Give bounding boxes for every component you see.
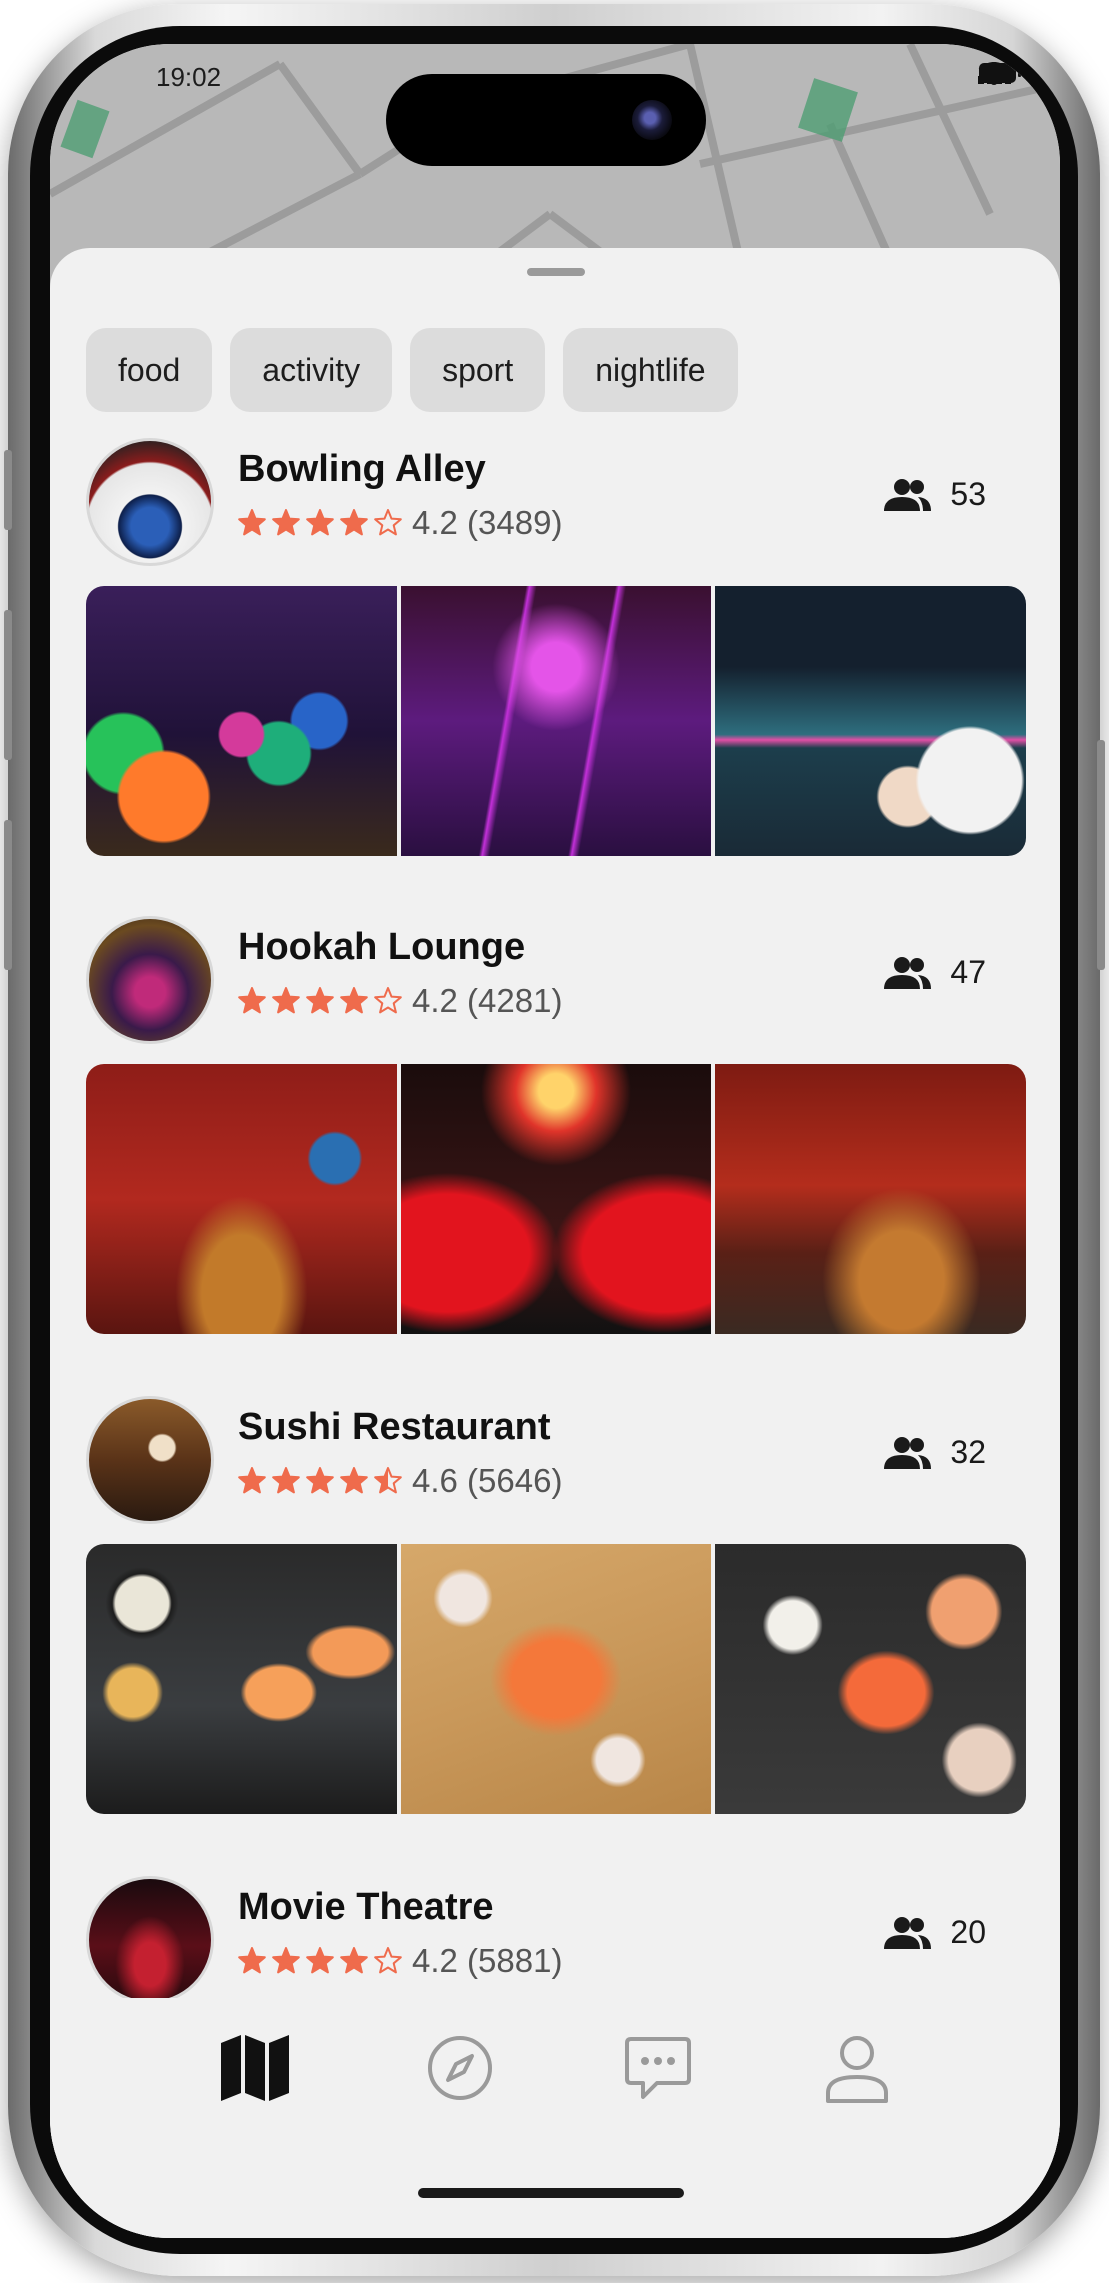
place-photo[interactable] bbox=[86, 1544, 397, 1814]
star-icon bbox=[272, 1947, 300, 1974]
people-count: 47 bbox=[882, 954, 986, 991]
camera-lens bbox=[632, 100, 672, 140]
place-photo[interactable] bbox=[715, 1544, 1026, 1814]
home-indicator[interactable] bbox=[418, 2188, 684, 2198]
star-icon bbox=[340, 1947, 368, 1974]
people-count: 20 bbox=[882, 1914, 986, 1951]
star-icon bbox=[340, 987, 368, 1014]
star-rating bbox=[238, 1467, 402, 1495]
star-rating bbox=[238, 987, 402, 1015]
volume-down-button bbox=[4, 820, 12, 970]
compass-icon bbox=[428, 2036, 492, 2100]
filter-chip-nightlife[interactable]: nightlife bbox=[563, 328, 738, 412]
star-rating bbox=[238, 509, 402, 537]
rating-text: 4.2 (3489) bbox=[412, 504, 563, 541]
people-count: 53 bbox=[882, 476, 986, 513]
star-icon bbox=[238, 1467, 266, 1494]
volume-up-button bbox=[4, 610, 12, 760]
places-sheet[interactable]: food activity sport nightlife Bowling Al… bbox=[50, 248, 1060, 2238]
rating-text: 4.2 (4281) bbox=[412, 982, 563, 1019]
place-card[interactable]: Movie Theatre 4.2 (5881) 20 bbox=[86, 1876, 1026, 2008]
filter-chip-sport[interactable]: sport bbox=[410, 328, 546, 412]
filter-chips: food activity sport nightlife bbox=[86, 328, 738, 412]
star-rating bbox=[238, 1947, 402, 1975]
group-icon bbox=[884, 478, 932, 511]
star-icon bbox=[238, 509, 266, 536]
place-name[interactable]: Hookah Lounge bbox=[238, 926, 525, 969]
chat-icon bbox=[625, 2037, 691, 2099]
place-avatar bbox=[86, 438, 214, 566]
place-avatar bbox=[86, 916, 214, 1044]
star-icon bbox=[374, 987, 402, 1014]
star-icon bbox=[238, 1947, 266, 1974]
nav-map[interactable] bbox=[215, 2028, 295, 2108]
star-icon bbox=[306, 987, 334, 1014]
dynamic-island bbox=[386, 74, 706, 166]
group-icon bbox=[884, 956, 932, 989]
place-photo[interactable] bbox=[715, 586, 1026, 856]
place-avatar bbox=[86, 1876, 214, 2004]
place-photo[interactable] bbox=[715, 1064, 1026, 1334]
rating-text: 4.6 (5646) bbox=[412, 1462, 563, 1499]
group-icon bbox=[884, 1916, 932, 1949]
star-icon bbox=[272, 1467, 300, 1494]
place-photo[interactable] bbox=[400, 586, 712, 856]
place-avatar bbox=[86, 1396, 214, 1524]
place-name[interactable]: Movie Theatre bbox=[238, 1886, 494, 1929]
place-photo[interactable] bbox=[400, 1544, 712, 1814]
sheet-grabber[interactable] bbox=[527, 268, 585, 276]
rating-text: 4.2 (5881) bbox=[412, 1942, 563, 1979]
filter-chip-activity[interactable]: activity bbox=[230, 328, 393, 412]
bottom-nav bbox=[50, 1998, 1060, 2238]
people-count: 32 bbox=[882, 1434, 986, 1471]
star-icon bbox=[272, 509, 300, 536]
star-icon bbox=[340, 1467, 368, 1494]
place-photo[interactable] bbox=[400, 1064, 712, 1334]
photo-strip[interactable] bbox=[86, 1544, 1026, 1814]
place-card[interactable]: Sushi Restaurant 4.6 (5646) 32 bbox=[86, 1396, 1026, 1814]
photo-strip[interactable] bbox=[86, 586, 1026, 856]
people-count-value: 47 bbox=[950, 954, 986, 990]
rating-row: 4.2 (4281) bbox=[238, 982, 562, 1020]
nav-explore[interactable] bbox=[420, 2028, 500, 2108]
group-icon bbox=[884, 1436, 932, 1469]
star-icon bbox=[238, 987, 266, 1014]
profile-icon bbox=[826, 2036, 888, 2103]
battery-icon bbox=[979, 63, 1021, 83]
power-button bbox=[1097, 740, 1105, 970]
rating-row: 4.6 (5646) bbox=[238, 1462, 562, 1500]
place-name[interactable]: Bowling Alley bbox=[238, 448, 486, 491]
star-icon bbox=[306, 1467, 334, 1494]
people-count-value: 53 bbox=[950, 476, 986, 512]
place-photo[interactable] bbox=[86, 586, 397, 856]
star-icon bbox=[306, 1947, 334, 1974]
people-count-value: 32 bbox=[950, 1434, 986, 1470]
star-icon bbox=[374, 509, 402, 536]
star-icon bbox=[340, 509, 368, 536]
photo-strip[interactable] bbox=[86, 1064, 1026, 1334]
app-screen: 19:02 food activity sport nightlife Bowl… bbox=[50, 44, 1060, 2238]
place-photo[interactable] bbox=[86, 1064, 397, 1334]
star-icon bbox=[374, 1467, 402, 1494]
map-icon bbox=[221, 2035, 289, 2101]
filter-chip-food[interactable]: food bbox=[86, 328, 213, 412]
star-icon bbox=[306, 509, 334, 536]
place-card[interactable]: Hookah Lounge 4.2 (4281) 47 bbox=[86, 916, 1026, 1334]
status-time: 19:02 bbox=[156, 62, 222, 92]
place-card[interactable]: Bowling Alley 4.2 (3489) 53 bbox=[86, 438, 1026, 856]
rating-row: 4.2 (5881) bbox=[238, 1942, 562, 1980]
place-name[interactable]: Sushi Restaurant bbox=[238, 1406, 551, 1449]
nav-messages[interactable] bbox=[618, 2028, 698, 2108]
rating-row: 4.2 (3489) bbox=[238, 504, 562, 542]
action-button bbox=[4, 450, 12, 530]
star-icon bbox=[272, 987, 300, 1014]
people-count-value: 20 bbox=[950, 1914, 986, 1950]
nav-profile[interactable] bbox=[817, 2028, 897, 2108]
star-icon bbox=[374, 1947, 402, 1974]
